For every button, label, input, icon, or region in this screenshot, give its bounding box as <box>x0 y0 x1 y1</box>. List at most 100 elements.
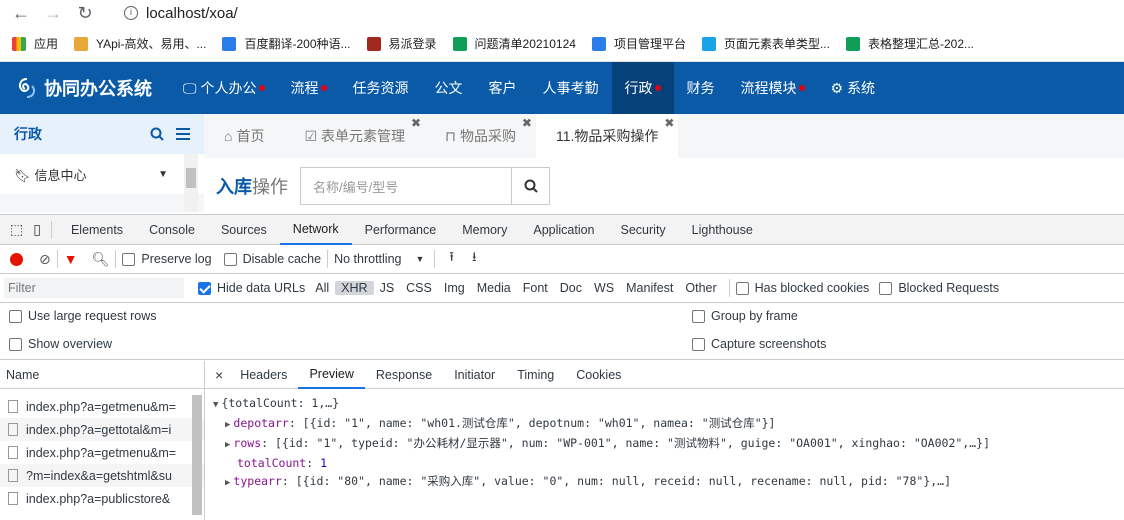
expand-triangle-icon[interactable]: ▶ <box>225 478 230 488</box>
page-tab[interactable]: 11.物品采购操作 ✖ <box>535 114 679 158</box>
import-har-icon[interactable]: ⭱ <box>449 248 454 270</box>
disable-cache-checkbox[interactable]: Disable cache <box>223 252 321 266</box>
search-input[interactable]: 名称/编号/型号 <box>300 167 512 205</box>
scrollbar-thumb[interactable] <box>186 168 196 188</box>
reload-icon[interactable]: ↻ <box>74 2 96 24</box>
sidebar-item-info-center[interactable]: 🔖︎ 信息中心 ▼ <box>0 154 204 194</box>
page-tab[interactable]: ☑ 表单元素管理 ✖ <box>284 114 425 158</box>
devtools-tab[interactable]: Elements <box>58 215 136 245</box>
request-row[interactable]: index.php?a=publicstore& <box>0 487 204 510</box>
close-icon[interactable]: × <box>215 367 223 383</box>
app-logo[interactable]: 协同办公系统 <box>0 75 170 101</box>
bookmark-item[interactable]: 百度翻译-200种语... <box>222 35 351 52</box>
info-icon[interactable]: i <box>124 6 138 20</box>
preview-line[interactable]: ▶ depotarr: [{id: "1", name: "wh01.测试仓库",… <box>213 414 1116 434</box>
preview-root[interactable]: ▼ {totalCount: 1,…} <box>213 394 1116 414</box>
filter-input[interactable]: Filter <box>4 278 184 298</box>
nav-item[interactable]: 流程模块 <box>728 62 818 114</box>
devtools-tab[interactable]: Sources <box>208 215 280 245</box>
detail-tab[interactable]: Initiator <box>443 361 506 389</box>
bookmark-item[interactable]: 应用 <box>12 35 58 52</box>
filter-icon[interactable]: ▼ <box>64 251 78 267</box>
detail-tab[interactable]: Timing <box>506 361 565 389</box>
throttling-select[interactable]: No throttling ▼ <box>334 252 424 266</box>
request-row[interactable]: index.php?a=getmenu&m= <box>0 395 204 418</box>
detail-tab[interactable]: Headers <box>229 361 298 389</box>
filter-type-button[interactable]: Media <box>471 281 517 295</box>
filter-type-button[interactable]: Manifest <box>620 281 679 295</box>
filter-type-button[interactable]: XHR <box>335 281 374 295</box>
nav-item[interactable]: 客户 <box>476 62 530 114</box>
bookmark-item[interactable]: YApi-高效、易用、... <box>74 35 206 52</box>
large-rows-checkbox[interactable]: Use large request rows <box>9 309 157 323</box>
expand-triangle-icon[interactable]: ▶ <box>225 440 230 450</box>
sidebar-scrollbar[interactable] <box>184 154 198 212</box>
close-tab-icon[interactable]: ✖ <box>664 116 674 130</box>
close-tab-icon[interactable]: ✖ <box>411 116 421 130</box>
device-toolbar-icon[interactable]: ▯ <box>33 221 41 238</box>
expand-triangle-icon[interactable]: ▶ <box>225 420 230 430</box>
address-bar[interactable]: i localhost/xoa/ <box>124 5 238 22</box>
devtools-tab[interactable]: Memory <box>449 215 520 245</box>
blocked-requests-checkbox[interactable]: Blocked Requests <box>879 281 999 295</box>
bookmark-item[interactable]: 页面元素表单类型... <box>701 35 830 52</box>
show-overview-checkbox[interactable]: Show overview <box>9 337 112 351</box>
export-har-icon[interactable]: ⭳ <box>472 248 477 270</box>
capture-screenshots-checkbox[interactable]: Capture screenshots <box>692 337 826 351</box>
nav-item[interactable]: 流程 <box>278 62 340 114</box>
inspect-icon[interactable]: ⬚ <box>10 221 23 238</box>
devtools-tab[interactable]: Application <box>520 215 607 245</box>
clear-icon[interactable]: ⊘ <box>39 251 51 268</box>
nav-item[interactable]: 公文 <box>422 62 476 114</box>
filter-type-button[interactable]: Doc <box>554 281 588 295</box>
page-tab[interactable]: ⌂ 首页 <box>204 114 284 158</box>
detail-tab[interactable]: Preview <box>298 361 365 389</box>
forward-icon[interactable]: → <box>42 2 64 24</box>
back-icon[interactable]: ← <box>10 2 32 24</box>
detail-tab[interactable]: Response <box>365 361 443 389</box>
devtools-tab[interactable]: Console <box>136 215 208 245</box>
filter-type-button[interactable]: Img <box>438 281 471 295</box>
name-column-header[interactable]: Name <box>0 361 204 389</box>
filter-type-button[interactable]: Font <box>517 281 554 295</box>
filter-type-button[interactable]: JS <box>374 281 401 295</box>
search-icon[interactable] <box>150 127 164 141</box>
bookmark-item[interactable]: 项目管理平台 <box>591 35 686 52</box>
record-icon[interactable] <box>10 252 23 266</box>
request-row[interactable]: index.php?a=getmenu&m= <box>0 441 204 464</box>
nav-item[interactable]: 财务 <box>674 62 728 114</box>
bookmark-item[interactable]: 问题清单20210124 <box>452 35 576 52</box>
nav-item[interactable]: 🖵︎ 个人办公 <box>170 62 278 114</box>
nav-item[interactable]: ⚙︎ 系统 <box>818 62 889 114</box>
preview-line[interactable]: ▶ rows: [{id: "1", typeid: "办公耗材/显示器", nu… <box>213 434 1116 454</box>
devtools-tab[interactable]: Performance <box>352 215 450 245</box>
search-icon[interactable]: 🔍︎ <box>92 251 110 268</box>
close-tab-icon[interactable]: ✖ <box>522 116 532 130</box>
preview-line[interactable]: totalCount: 1 <box>213 454 1116 472</box>
has-blocked-cookies-checkbox[interactable]: Has blocked cookies <box>735 281 869 295</box>
filter-type-button[interactable]: Other <box>679 281 722 295</box>
devtools-tab[interactable]: Security <box>608 215 679 245</box>
group-by-frame-checkbox[interactable]: Group by frame <box>692 309 798 323</box>
bookmark-item[interactable]: 表格整理汇总-202... <box>845 35 974 52</box>
request-row[interactable]: ?m=index&a=getshtml&su <box>0 464 204 487</box>
filter-type-button[interactable]: CSS <box>400 281 438 295</box>
filter-type-button[interactable]: All <box>309 281 335 295</box>
hide-data-urls-checkbox[interactable]: Hide data URLs <box>198 281 305 295</box>
large-rows-label: Use large request rows <box>28 309 157 323</box>
nav-item[interactable]: 行政 <box>611 62 674 114</box>
nav-item[interactable]: 人事考勤 <box>530 62 612 114</box>
request-row[interactable]: index.php?a=gettotal&m=i <box>0 418 204 441</box>
page-tab[interactable]: ⊓ 物品采购 ✖ <box>425 114 536 158</box>
search-button[interactable] <box>512 167 550 205</box>
devtools-tab[interactable]: Lighthouse <box>679 215 766 245</box>
nav-item[interactable]: 任务资源 <box>340 62 422 114</box>
detail-tab[interactable]: Cookies <box>565 361 632 389</box>
bookmark-item[interactable]: 易派登录 <box>366 35 437 52</box>
menu-icon[interactable] <box>176 128 190 140</box>
filter-type-button[interactable]: WS <box>588 281 620 295</box>
preview-line[interactable]: ▶ typearr: [{id: "80", name: "采购入库", valu… <box>213 472 1116 492</box>
request-list-scrollbar[interactable] <box>192 395 202 515</box>
preserve-log-checkbox[interactable]: Preserve log <box>122 252 212 266</box>
devtools-tab[interactable]: Network <box>279 215 352 245</box>
